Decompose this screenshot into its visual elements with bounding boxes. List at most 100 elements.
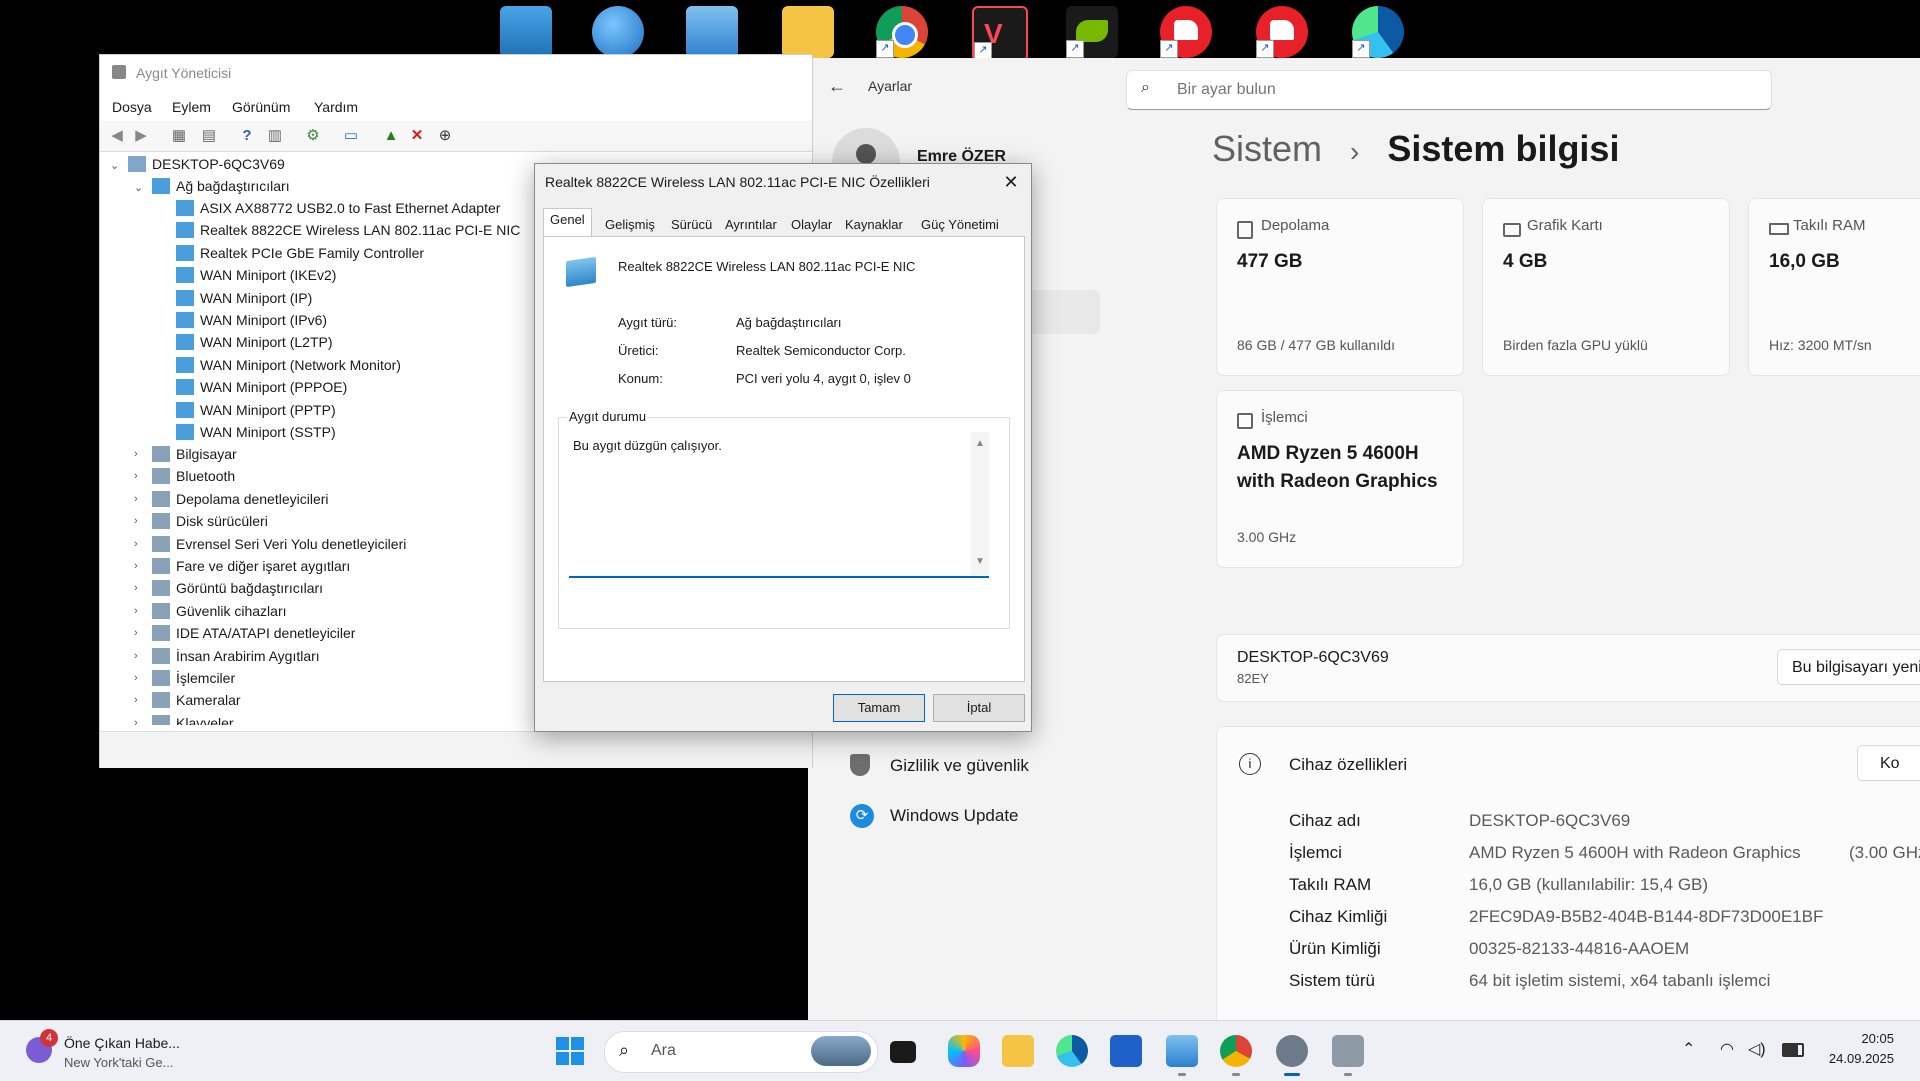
collapse-chevron-icon[interactable]: ⌄ [110,159,119,172]
expand-chevron-icon[interactable]: › [134,672,138,684]
desktop-monitor-icon[interactable] [500,6,552,58]
tree-category-row[interactable]: Görüntü bağdaştırıcıları [152,577,323,599]
expand-chevron-icon[interactable]: › [134,493,138,505]
tree-device-row[interactable]: Realtek PCIe GbE Family Controller [176,242,424,264]
tree-device-row[interactable]: ASIX AX88772 USB2.0 to Fast Ethernet Ada… [176,197,500,219]
edge-taskbar-icon[interactable] [1056,1035,1088,1067]
taskbar-search[interactable]: ⌕ Ara [604,1031,878,1073]
desktop-network-icon[interactable] [592,6,644,58]
start-button[interactable] [554,1035,586,1067]
storage-card[interactable]: Depolama 477 GB 86 GB / 477 GB kullanıld… [1216,198,1464,376]
copilot-icon[interactable] [948,1035,980,1067]
settings-taskbar-icon[interactable] [1276,1035,1308,1067]
expand-chevron-icon[interactable]: › [134,717,138,725]
expand-chevron-icon[interactable]: › [134,515,138,527]
tree-category-row[interactable]: Klavyeler [152,712,234,725]
clock-date[interactable]: 24.09.2025 [1822,1051,1894,1066]
store-icon[interactable] [1110,1035,1142,1067]
back-icon[interactable]: ◀ [106,125,128,147]
tree-root[interactable]: DESKTOP-6QC3V69 [128,153,285,175]
tree-category-row[interactable]: İnsan Arabirim Aygıtları [152,645,320,667]
tab-power[interactable]: Güç Yönetimi [915,214,1005,236]
volume-icon[interactable]: ◁) [1748,1039,1766,1059]
tree-category-row[interactable]: Bilgisayar [152,443,237,465]
settings-search-box[interactable]: ⌕ [1126,70,1772,110]
help-icon[interactable]: ? [236,125,258,147]
expand-chevron-icon[interactable]: › [134,582,138,594]
nav-item-windows-update[interactable]: ⟳ Windows Update [838,798,1098,834]
desktop-chrome-icon[interactable]: ↗ [876,6,928,58]
expand-chevron-icon[interactable]: › [134,694,138,706]
cpu-card[interactable]: İşlemci AMD Ryzen 5 4600H with Radeon Gr… [1216,390,1464,568]
tab-general[interactable]: Genel [543,208,592,237]
tree-category-row[interactable]: Fare ve diğer işaret aygıtları [152,555,350,577]
tree-device-row[interactable]: WAN Miniport (IKEv2) [176,264,336,286]
tree-category-row[interactable]: Kameralar [152,689,241,711]
chrome-taskbar-icon[interactable] [1220,1035,1252,1067]
tab-driver[interactable]: Sürücü [665,214,718,236]
tree-category-network[interactable]: Ağ bağdaştırıcıları [152,175,290,197]
download-icon[interactable]: ⊕ [434,125,456,147]
tab-details[interactable]: Ayrıntılar [719,214,783,236]
desktop-control-panel-icon[interactable] [686,6,738,58]
expand-chevron-icon[interactable]: › [134,470,138,482]
menu-file[interactable]: Dosya [112,99,152,115]
tab-resources[interactable]: Kaynaklar [839,214,909,236]
nav-item-privacy[interactable]: Gizlilik ve güvenlik [838,748,1098,784]
expand-chevron-icon[interactable]: › [134,448,138,460]
collapse-chevron-icon[interactable]: ⌄ [134,181,143,194]
expand-chevron-icon[interactable]: › [134,650,138,662]
device-manager-taskbar-icon[interactable] [1332,1035,1364,1067]
tree-device-row[interactable]: WAN Miniport (IPv6) [176,309,327,331]
breadcrumb-parent[interactable]: Sistem [1212,128,1322,169]
chevron-up-icon[interactable]: ⌃ [1682,1039,1695,1059]
uninstall-icon[interactable]: ✕ [406,125,428,147]
news-widget[interactable]: 4 Öne Çıkan Habe... New York'taki Ge... [20,1029,220,1073]
copy-specs-button[interactable]: Ko [1857,745,1920,781]
tree-category-row[interactable]: İşlemciler [152,667,235,689]
ram-card[interactable]: Takılı RAM 16,0 GB Hız: 3200 MT/sn [1748,198,1920,376]
tree-category-row[interactable]: Bluetooth [152,465,235,487]
desktop-riot-client-icon[interactable]: ↗ [1160,6,1212,58]
desktop-edge-icon[interactable]: ↗ [1352,6,1404,58]
tree-device-row[interactable]: WAN Miniport (SSTP) [176,421,336,443]
ok-button[interactable]: Tamam [833,694,925,722]
tree-device-row[interactable]: WAN Miniport (PPPOE) [176,376,347,398]
tree-category-row[interactable]: Güvenlik cihazları [152,600,287,622]
desktop-valorant-icon[interactable]: V ↗ [972,6,1028,62]
forward-icon[interactable]: ▶ [130,125,152,147]
menu-view[interactable]: Görünüm [232,99,290,115]
dialog-close-button[interactable]: ✕ [999,170,1023,194]
file-explorer-icon[interactable] [1002,1035,1034,1067]
update-driver-icon[interactable]: ⚙ [302,125,324,147]
list-view-icon[interactable]: ▤ [198,125,220,147]
settings-search-input[interactable] [1175,77,1739,103]
tree-category-row[interactable]: Depolama denetleyicileri [152,488,329,510]
desktop-user-folder-icon[interactable] [782,6,834,58]
expand-chevron-icon[interactable]: › [134,560,138,572]
expand-chevron-icon[interactable]: › [134,627,138,639]
tree-device-row[interactable]: WAN Miniport (IP) [176,287,312,309]
task-view-icon[interactable] [890,1041,916,1063]
cancel-button[interactable]: İptal [933,694,1025,722]
tree-category-row[interactable]: IDE ATA/ATAPI denetleyiciler [152,622,355,644]
tab-events[interactable]: Olaylar [785,214,838,236]
control-panel-taskbar-icon[interactable] [1166,1035,1198,1067]
menu-action[interactable]: Eylem [172,99,211,115]
rename-pc-button[interactable]: Bu bilgisayarı yeni [1777,649,1920,685]
tree-device-row[interactable]: WAN Miniport (PPTP) [176,399,336,421]
back-arrow-icon[interactable]: ← [828,76,846,97]
tab-advanced[interactable]: Gelişmiş [599,214,661,236]
show-hidden-icon[interactable]: ▥ [264,125,286,147]
desktop-riot-client-2-icon[interactable]: ↗ [1256,6,1308,58]
tree-device-row[interactable]: WAN Miniport (L2TP) [176,331,333,353]
status-scrollbar[interactable]: ▲ ▼ [971,432,989,576]
add-driver-icon[interactable]: ▲ [380,125,402,147]
tree-device-row[interactable]: WAN Miniport (Network Monitor) [176,354,401,376]
properties-grid-icon[interactable]: ▦ [168,125,190,147]
scan-hardware-icon[interactable]: ▭ [340,125,362,147]
battery-icon[interactable] [1782,1043,1804,1057]
graphics-card[interactable]: Grafik Kartı 4 GB Birden fazla GPU yüklü [1482,198,1730,376]
tree-category-row[interactable]: Evrensel Seri Veri Yolu denetleyicileri [152,533,406,555]
status-textarea[interactable]: Bu aygıt düzgün çalışıyor. ▲ ▼ [569,432,989,578]
